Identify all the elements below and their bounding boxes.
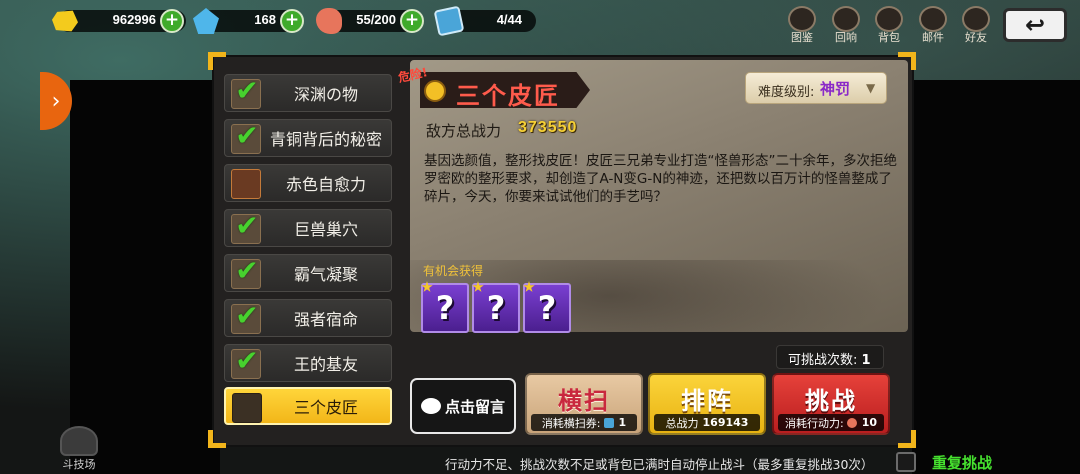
echo-icon: [832, 6, 860, 32]
frame-corner: [898, 430, 916, 448]
difficulty-label: 难度级别:: [758, 85, 815, 100]
frame-corner: [208, 52, 226, 70]
bag-icon: [875, 6, 903, 32]
chat-bubble-icon: [420, 398, 441, 414]
sweep-ticket-icon: [603, 417, 614, 428]
lineup-power-value: 169143: [702, 416, 749, 429]
check-icon: ✔: [235, 254, 259, 287]
remaining-value: 1: [861, 353, 871, 368]
add-gems-button[interactable]: +: [280, 9, 304, 33]
arena-label: 斗技场: [62, 458, 96, 471]
arena-shortcut[interactable]: 斗技场: [54, 422, 104, 472]
chevron-down-icon: ▼: [866, 81, 876, 95]
back-arrow-icon: ↩: [1024, 11, 1046, 39]
sweep-cost-label: 消耗横扫券:: [541, 416, 601, 430]
stage-label: 青铜背后的秘密: [269, 130, 382, 149]
card-icon: [433, 5, 465, 37]
stage-thumbnail: [232, 393, 262, 423]
auto-stop-tip: 行动力不足、挑战次数不足或背包已满时自动停止战斗（最多重复挑战30次）: [445, 457, 874, 472]
lineup-label: 排阵: [681, 387, 733, 415]
check-icon: ✔: [235, 119, 259, 152]
leave-message-button[interactable]: 点击留言: [410, 378, 516, 434]
stamina-value: 55/200: [356, 12, 396, 27]
menu-friends[interactable]: 好友: [956, 6, 996, 46]
stage-label: 赤色自愈力: [285, 175, 366, 194]
menu-bag[interactable]: 背包: [869, 6, 909, 46]
add-stamina-button[interactable]: +: [400, 9, 424, 33]
remaining-attempts: 可挑战次数: 1: [788, 349, 871, 368]
menu-codex[interactable]: 图鉴: [782, 6, 822, 46]
enemy-power-value: 373550: [518, 119, 578, 136]
meat-icon: [316, 8, 342, 34]
challenge-button[interactable]: 挑战 消耗行动力: 10: [772, 373, 890, 435]
stage-item[interactable]: ✔ 深渊の物: [224, 74, 392, 112]
reward-item[interactable]: ?: [523, 283, 571, 333]
stage-label: 巨兽巢穴: [293, 220, 358, 239]
background-right-shade: [912, 80, 1080, 474]
sweep-button[interactable]: 横扫 消耗横扫券: 1: [525, 373, 643, 435]
add-gold-button[interactable]: +: [160, 9, 184, 33]
menu-label: 背包: [878, 31, 900, 44]
difficulty-value: 神罚: [820, 80, 851, 98]
sweep-cost-value: 1: [618, 416, 627, 429]
stage-description: 基因选颜值，整形找皮匠！皮匠三兄弟专业打造“怪兽形态”二十余年，多次拒绝罗密欧的…: [424, 153, 897, 205]
check-icon: ✔: [235, 299, 259, 332]
check-icon: ✔: [235, 344, 259, 377]
reward-item[interactable]: ?: [472, 283, 520, 333]
reward-label: 有机会获得: [423, 264, 484, 278]
lineup-button[interactable]: 排阵 总战力 169143: [648, 373, 766, 435]
leave-message-label: 点击留言: [444, 397, 505, 416]
remaining-label: 可挑战次数:: [788, 353, 858, 368]
stage-item[interactable]: ✔ 霸气凝聚: [224, 254, 392, 292]
background-left-shade: [70, 80, 220, 474]
stage-item[interactable]: ✔ 巨兽巢穴: [224, 209, 392, 247]
stage-label: 三个皮匠: [293, 398, 358, 417]
frame-corner: [208, 430, 226, 448]
menu-label: 图鉴: [791, 31, 813, 44]
stage-label: 深渊の物: [293, 85, 358, 104]
challenge-cost: 消耗行动力: 10: [778, 414, 884, 431]
menu-mail[interactable]: 邮件: [913, 6, 953, 46]
check-icon: ✔: [235, 74, 259, 107]
sweep-label: 横扫: [558, 387, 610, 415]
stage-item[interactable]: ✔ 强者宿命: [224, 299, 392, 337]
gems-value: 168: [254, 12, 276, 27]
back-button[interactable]: ↩: [1003, 8, 1067, 42]
stage-emblem-icon: [424, 80, 446, 102]
stage-label: 强者宿命: [293, 310, 358, 329]
check-icon: ✔: [235, 209, 259, 242]
menu-echo[interactable]: 回响: [826, 6, 866, 46]
reward-item[interactable]: ?: [421, 283, 469, 333]
stage-label: 霸气凝聚: [293, 265, 358, 284]
unknown-reward-icon: ?: [435, 289, 455, 327]
friends-icon: [962, 6, 990, 32]
mail-icon: [919, 6, 947, 32]
repeat-challenge-label[interactable]: 重复挑战: [932, 452, 992, 473]
challenge-label: 挑战: [805, 387, 857, 415]
menu-label: 好友: [965, 31, 987, 44]
stage-thumbnail: [231, 169, 261, 199]
menu-label: 邮件: [922, 31, 944, 44]
repeat-challenge-checkbox[interactable]: [896, 452, 916, 472]
codex-icon: [788, 6, 816, 32]
cards-value: 4/44: [496, 12, 522, 27]
stage-label: 王的基友: [293, 355, 358, 374]
stage-item[interactable]: ✔ 王的基友: [224, 344, 392, 382]
stage-item-active[interactable]: 三个皮匠: [224, 387, 392, 425]
gold-value: 962996: [112, 12, 156, 27]
lineup-power: 总战力 169143: [654, 414, 760, 431]
enemy-power-label: 敌方总战力: [426, 122, 502, 140]
unknown-reward-icon: ?: [537, 289, 557, 327]
unknown-reward-icon: ?: [486, 289, 506, 327]
stage-item[interactable]: ✔ 青铜背后的秘密: [224, 119, 392, 157]
challenge-cost-value: 10: [861, 416, 878, 429]
lineup-power-label: 总战力: [665, 416, 699, 430]
arena-emblem-icon: [60, 426, 98, 456]
meat-icon: [846, 417, 857, 428]
sweep-cost: 消耗横扫券: 1: [531, 414, 637, 431]
menu-label: 回响: [835, 31, 857, 44]
challenge-cost-label: 消耗行动力:: [784, 416, 844, 430]
stage-item[interactable]: 赤色自愈力: [224, 164, 392, 202]
stage-title: 三个皮匠: [456, 82, 560, 110]
